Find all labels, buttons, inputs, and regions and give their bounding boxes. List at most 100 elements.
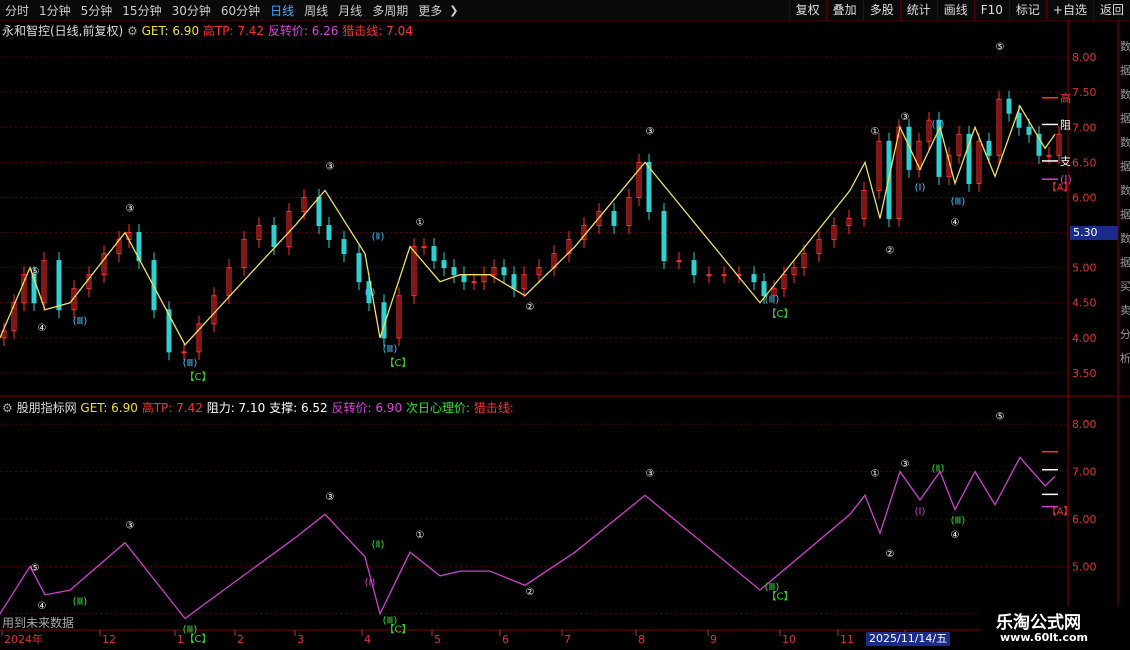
main-wave-label-4: (Ⅲ) — [183, 358, 198, 369]
main-level-label-2: 支 — [1060, 155, 1071, 168]
time-label-12: 11 — [840, 633, 854, 646]
main-wave-label-16: ① — [871, 126, 880, 137]
time-label-3: 2 — [237, 633, 244, 646]
main-wave-label-0: ⑤ — [31, 267, 40, 278]
main-wave-label-8: (Ⅰ) — [365, 288, 376, 299]
main-indicators: GET: 6.90 高TP: 7.42 反转价: 6.26 猎击线: 7.04 — [142, 24, 413, 38]
main-wave-label-23: ⑤ — [996, 42, 1005, 53]
time-label-0: 2024年 — [4, 632, 43, 646]
main-wave-label-3: ③ — [126, 203, 135, 214]
sub-wave-label-3: ③ — [126, 520, 135, 531]
side-char-3: 据 — [1120, 111, 1130, 125]
sub-wave-label-6: ③ — [326, 492, 335, 503]
watermark-title: 乐淘公式网 — [996, 613, 1081, 633]
sub-wave-label-15: 【C】 — [767, 591, 794, 603]
sub-wave-label-5: 【C】 — [185, 633, 212, 645]
candle-body-40 — [511, 274, 517, 290]
candle-body-52 — [676, 260, 682, 263]
side-char-2: 数 — [1120, 88, 1130, 101]
main-indicator-0: GET: 6.90 — [141, 24, 200, 38]
sub-info-bar: ⚙ 股朋指标网 GET: 6.90 高TP: 7.42 阻力: 7.10 支撑:… — [2, 399, 514, 416]
candle-body-36 — [471, 281, 477, 284]
sub-tick-3: 5.00 — [1072, 560, 1097, 573]
main-wave-label-15: 【C】 — [767, 308, 794, 320]
candle-body-31 — [421, 246, 427, 249]
main-wave-label-2: (Ⅲ) — [73, 316, 88, 327]
candle-body-51 — [661, 210, 667, 262]
time-label-1: 12 — [102, 633, 116, 646]
candle-body-53 — [691, 260, 697, 276]
main-wave-label-18: ③ — [901, 112, 910, 123]
sub-indicator-3: 阻力: 7.10 — [202, 401, 266, 415]
side-char-0: 数 — [1120, 40, 1130, 53]
sub-wave-label-18: ③ — [901, 459, 910, 470]
sub-indicators: 股朋指标网 GET: 6.90 高TP: 7.42 阻力: 7.10 支撑: 6… — [17, 401, 514, 415]
candle-body-55 — [721, 274, 727, 277]
sub-indicator-1: GET: 6.90 — [76, 401, 138, 415]
main-wave-label-10: 【C】 — [385, 357, 412, 369]
sub-wave-label-10: 【C】 — [385, 624, 412, 636]
sub-indicator-7: 猎击线: — [469, 401, 514, 415]
main-wave-label-9: (Ⅲ) — [383, 344, 398, 355]
main-title: 永和智控(日线,前复权) — [2, 24, 124, 38]
side-char-8: 数 — [1120, 232, 1130, 245]
main-wave-label-22: ④ — [951, 218, 960, 229]
watermark: 乐淘公式网 www.60lt.com — [980, 606, 1130, 650]
main-wave-label-21: (Ⅲ) — [951, 196, 966, 207]
sub-indicator-6: 次日心理价: — [402, 401, 470, 415]
candle-body-25 — [341, 239, 347, 255]
current-date-label: 2025/11/14/五 — [866, 632, 951, 646]
sub-wave-label-23: ⑤ — [996, 411, 1005, 422]
main-wave-label-19: (Ⅱ) — [932, 119, 945, 130]
main-indicator-2: 反转价: 6.26 — [264, 24, 339, 38]
main-price-tick-9: 3.50 — [1072, 367, 1097, 380]
main-indicator-1: 高TP: 7.42 — [199, 24, 265, 38]
settings-gear-icon[interactable]: ⚙ — [2, 401, 13, 415]
candle-body-23 — [316, 196, 322, 227]
sub-wave-label-1: ④ — [38, 601, 47, 612]
main-price-tick-2: 7.00 — [1072, 121, 1097, 134]
side-char-13: 析 — [1120, 351, 1130, 365]
sub-wave-label-17: ② — [886, 549, 895, 560]
main-level-label-1: 阻 — [1060, 118, 1071, 131]
current-price-box: 5.30 — [1070, 226, 1118, 240]
time-label-7: 6 — [502, 633, 509, 646]
candle-body-78 — [986, 140, 992, 156]
time-label-11: 10 — [782, 633, 796, 646]
side-char-5: 据 — [1120, 159, 1130, 173]
main-wave-label-5: 【C】 — [185, 371, 212, 383]
main-wave-label-11: ① — [416, 218, 425, 229]
candle-body-5 — [56, 260, 62, 311]
sub-wave-label-13: ③ — [646, 468, 655, 479]
chart-canvas: 8.007.507.006.506.005.505.004.504.003.50… — [0, 20, 1130, 646]
sub-wave-label-7: (Ⅱ) — [372, 539, 385, 550]
sub-wave-label-16: ① — [871, 468, 880, 479]
candle-body-84 — [1046, 154, 1052, 157]
time-label-6: 5 — [434, 633, 441, 646]
side-char-4: 数 — [1120, 136, 1130, 149]
candle-body-32 — [431, 246, 437, 262]
sub-indicator-4: 支撑: 6.52 — [265, 401, 328, 415]
candle-body-58 — [761, 281, 767, 297]
candle-body-54 — [706, 274, 712, 277]
side-char-12: 分 — [1120, 328, 1130, 341]
main-info-bar: 永和智控(日线,前复权) ⚙ GET: 6.90 高TP: 7.42 反转价: … — [2, 22, 413, 39]
sub-wave-label-8: (Ⅰ) — [365, 577, 376, 588]
main-wave-label-1: ④ — [38, 323, 47, 334]
candle-body-20 — [271, 225, 277, 248]
main-wave-label-6: ③ — [326, 161, 335, 172]
settings-gear-icon[interactable]: ⚙ — [127, 24, 138, 38]
sub-wave-label-22: ④ — [951, 530, 960, 541]
time-label-4: 3 — [297, 633, 304, 646]
sub-wave-label-21: (Ⅲ) — [951, 516, 966, 527]
main-price-tick-4: 6.00 — [1072, 191, 1097, 204]
candle-body-24 — [326, 225, 332, 241]
candle-body-47 — [611, 210, 617, 227]
candle-body-39 — [501, 267, 507, 276]
candle-body-35 — [461, 274, 467, 283]
sub-wave-label-2: (Ⅲ) — [73, 596, 88, 607]
main-price-tick-6: 5.00 — [1072, 262, 1097, 275]
time-label-9: 8 — [638, 633, 645, 646]
candle-body-82 — [1026, 126, 1032, 135]
sub-wave-label-0: ⑤ — [31, 563, 40, 574]
